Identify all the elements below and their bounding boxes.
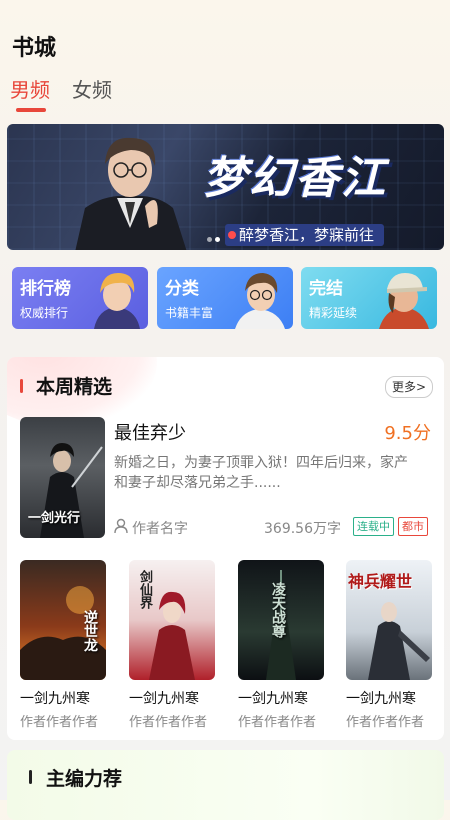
book-card[interactable]: 凌天战尊 一剑九州寒 作者作者作者 xyxy=(238,560,324,730)
featured-book-score: 9.5分 xyxy=(384,423,431,444)
banner-character-illustration xyxy=(75,137,187,250)
status-tag: 连载中 xyxy=(353,517,394,536)
category-genre-subtitle: 书籍丰富 xyxy=(165,306,214,320)
category-genre-title: 分类 xyxy=(165,279,199,299)
book-cover: 凌天战尊 xyxy=(238,560,324,680)
category-ranking-card[interactable]: 排行榜 权威排行 xyxy=(12,267,148,329)
book-cover: 逆世龙 xyxy=(20,560,106,680)
book-author: 作者作者作者 xyxy=(346,715,425,730)
section-marker xyxy=(29,770,32,784)
book-card[interactable]: 逆世龙 一剑九州寒 作者作者作者 xyxy=(20,560,106,730)
carousel-dot xyxy=(207,237,212,242)
finished-character-illustration xyxy=(379,273,429,329)
banner-title: 梦幻香江 xyxy=(203,153,387,204)
more-button[interactable]: 更多> xyxy=(384,376,433,398)
promo-banner[interactable]: 梦幻香江 醉梦香江，梦寐前往 xyxy=(7,124,444,250)
tab-female[interactable]: 女频 xyxy=(72,74,112,103)
tab-male[interactable]: 男频 xyxy=(10,74,50,112)
category-finished-title: 完结 xyxy=(309,279,343,299)
book-author: 作者作者作者 xyxy=(238,715,317,730)
cover-title: 神兵耀世 xyxy=(348,572,413,591)
weekly-picks-section: 本周精选 更多> 一剑光行 最佳弃少 9.5分 新婚之日，为妻子顶罪入狱！四年后… xyxy=(7,357,444,740)
banner-subtitle: 醉梦香江，梦寐前往 xyxy=(225,224,385,246)
book-title: 一剑九州寒 xyxy=(238,691,308,707)
featured-book-description: 新婚之日，为妻子顶罪入狱！四年后归来，家产和妻子却尽落兄弟之手...... xyxy=(114,455,408,491)
featured-cover-title: 一剑光行 xyxy=(28,511,81,526)
section-marker xyxy=(20,379,23,393)
book-author: 作者作者作者 xyxy=(20,715,99,730)
book-cover: 神兵耀世 xyxy=(346,560,432,680)
category-ranking-title: 排行榜 xyxy=(20,279,71,299)
book-title: 一剑九州寒 xyxy=(346,691,416,707)
category-finished-subtitle: 精彩延续 xyxy=(309,306,358,320)
carousel-dot-active xyxy=(215,237,220,242)
book-author: 作者作者作者 xyxy=(129,715,208,730)
cover-title: 逆世龙 xyxy=(82,610,98,652)
channel-tabs: 男频 女频 xyxy=(10,74,112,112)
category-genre-card[interactable]: 分类 书籍丰富 xyxy=(157,267,293,329)
category-ranking-subtitle: 权威排行 xyxy=(20,306,69,320)
featured-book-cover[interactable]: 一剑光行 xyxy=(20,417,105,538)
featured-book-author: 作者名字 xyxy=(132,521,188,537)
genre-tag: 都市 xyxy=(398,517,428,536)
book-card[interactable]: 剑仙界 一剑九州寒 作者作者作者 xyxy=(129,560,215,730)
ranking-character-illustration xyxy=(94,273,140,329)
genre-character-illustration xyxy=(235,273,285,329)
featured-book-wordcount: 369.56万字 xyxy=(264,521,341,537)
user-icon xyxy=(114,518,128,534)
cover-title: 剑仙界 xyxy=(137,570,152,609)
featured-book-title[interactable]: 最佳弃少 xyxy=(114,419,186,445)
book-title: 一剑九州寒 xyxy=(129,691,199,707)
book-cover: 剑仙界 xyxy=(129,560,215,680)
weekly-picks-title: 本周精选 xyxy=(36,376,113,398)
category-finished-card[interactable]: 完结 精彩延续 xyxy=(301,267,437,329)
editor-picks-section: 主编力荐 xyxy=(7,750,444,820)
book-card[interactable]: 神兵耀世 一剑九州寒 作者作者作者 xyxy=(346,560,432,730)
book-title: 一剑九州寒 xyxy=(20,691,90,707)
cover-title: 凌天战尊 xyxy=(270,582,286,638)
page-title: 书城 xyxy=(12,36,57,61)
editor-picks-title: 主编力荐 xyxy=(46,768,123,790)
